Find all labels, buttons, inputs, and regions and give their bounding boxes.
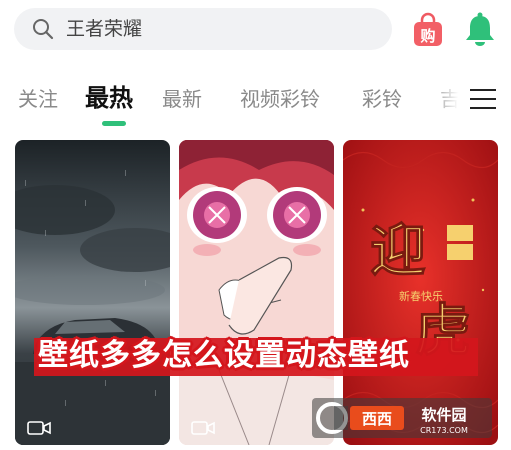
anime-wallpaper-image: [179, 140, 334, 445]
shop-glyph: 购: [420, 27, 435, 45]
shopping-bag-icon[interactable]: 购: [410, 12, 446, 48]
active-tab-indicator: [102, 121, 126, 126]
tab-newest[interactable]: 最新: [162, 86, 202, 112]
cr173-watermark-logo: 西西 软件园 CR173.COM: [312, 398, 492, 438]
search-bar[interactable]: 王者荣耀: [14, 8, 392, 50]
svg-text:CR173.COM: CR173.COM: [420, 426, 468, 435]
car-wallpaper-image: [15, 140, 170, 445]
wallpaper-card-car[interactable]: [15, 140, 170, 445]
video-icon: [27, 421, 51, 435]
search-placeholder: 王者荣耀: [66, 18, 143, 40]
search-icon: [33, 19, 54, 40]
tabs-fade: [430, 82, 468, 118]
svg-text:软件园: 软件园: [421, 406, 466, 424]
wallpaper-card-anime[interactable]: [179, 140, 334, 445]
menu-icon[interactable]: [470, 86, 496, 112]
tab-hottest[interactable]: 最热: [85, 83, 133, 113]
bell-icon[interactable]: [461, 10, 499, 48]
svg-text:西西: 西西: [362, 410, 392, 428]
tab-ringtone[interactable]: 彩铃: [362, 86, 402, 112]
art-char-ying: 迎: [370, 218, 426, 284]
tab-follow[interactable]: 关注: [18, 86, 58, 112]
tab-video-ringtone[interactable]: 视频彩铃: [240, 86, 320, 112]
title-banner-text: 壁纸多多怎么设置动态壁纸: [38, 338, 410, 373]
video-icon: [191, 421, 215, 435]
